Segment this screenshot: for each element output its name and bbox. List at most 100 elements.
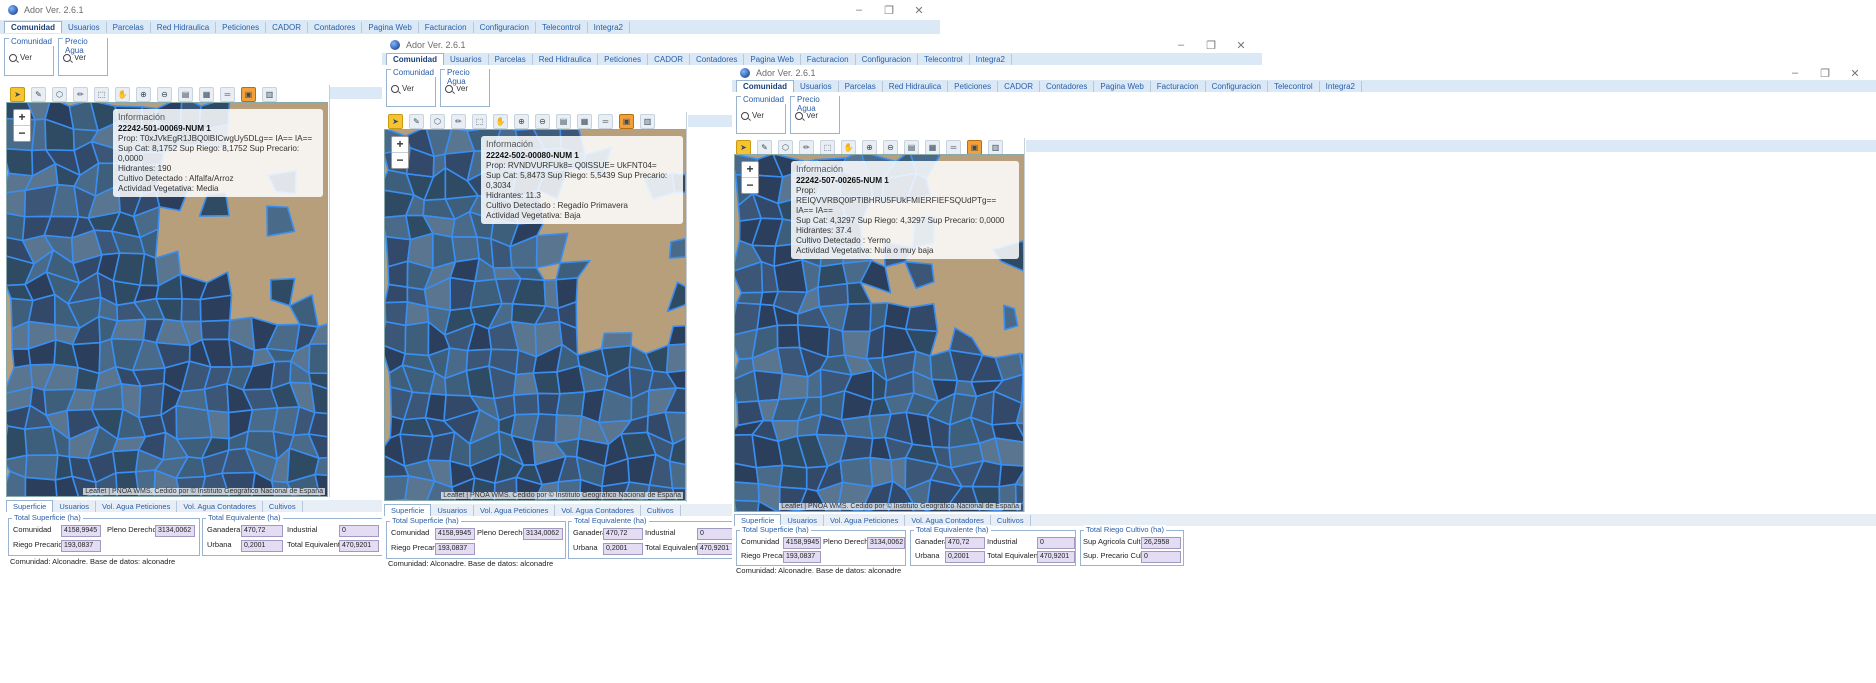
ver-comunidad-button[interactable]: Ver [9,53,49,62]
grid-icon[interactable]: ▦ [925,139,940,155]
menu-contadores[interactable]: Contadores [308,21,363,33]
ruler-icon[interactable]: ═ [598,113,613,129]
tab-superficie[interactable]: Superficie [384,504,432,516]
ruler-icon[interactable]: ═ [220,86,235,102]
map-layers-dropdown-icon[interactable]: ▥ [640,113,655,129]
industrial-value[interactable]: 0 [339,525,379,537]
industrial-value[interactable]: 0 [697,528,735,540]
edit-icon[interactable]: ✏ [799,139,814,155]
zoom-in-button[interactable]: + [392,137,408,152]
highlight-icon[interactable]: ▣ [619,113,634,129]
menu-parcelas[interactable]: Parcelas [107,21,151,33]
zoom-in-button[interactable]: + [742,162,758,177]
hand-pan-icon[interactable]: ✋ [493,113,508,129]
pointer-tool-icon[interactable]: ➤ [388,113,403,129]
minimize-icon[interactable]: – [1780,67,1810,79]
menu-integra2[interactable]: Integra2 [588,21,630,33]
tab-cultivos[interactable]: Cultivos [641,504,681,516]
highlight-icon[interactable]: ▣ [967,139,982,155]
ver-comunidad-button[interactable]: Ver [391,84,431,93]
sup-precario-cultivo-value[interactable]: 0 [1141,551,1181,563]
menu-configuracion[interactable]: Configuracion [474,21,536,33]
ganadera-value[interactable]: 470,72 [241,525,283,537]
tab-usuarios[interactable]: Usuarios [53,500,96,512]
map-view[interactable]: + − Información 22242-502-00080-NUM 1 Pr… [384,129,686,501]
pointer-tool-icon[interactable]: ➤ [10,86,25,102]
menu-pagina-web[interactable]: Pagina Web [1094,80,1151,92]
splitter[interactable] [1024,138,1025,512]
edit-icon[interactable]: ✏ [73,86,88,102]
menu-peticiones[interactable]: Peticiones [948,80,999,92]
map-view[interactable]: + − Información 22242-501-00069-NUM 1 Pr… [6,102,328,497]
menu-comunidad[interactable]: Comunidad [4,21,62,33]
menu-usuarios[interactable]: Usuarios [62,21,107,33]
menu-contadores[interactable]: Contadores [690,53,745,65]
tab-vol-agua-peticiones[interactable]: Vol. Agua Peticiones [96,500,178,512]
pointer-tool-icon[interactable]: ➤ [736,139,751,155]
menu-red-hidraulica[interactable]: Red Hidraulica [883,80,949,92]
select-area-icon[interactable]: ⬚ [94,86,109,102]
menu-parcelas[interactable]: Parcelas [489,53,533,65]
menu-telecontrol[interactable]: Telecontrol [1268,80,1320,92]
riego-precario-value[interactable]: 193,0837 [61,540,101,552]
minimize-icon[interactable]: – [1166,39,1196,51]
total-equivalente-value[interactable]: 470,9201 [697,543,735,555]
highlight-icon[interactable]: ▣ [241,86,256,102]
draw-line-icon[interactable]: ✎ [31,86,46,102]
riego-precario-value[interactable]: 193,0837 [783,551,821,563]
maximize-icon[interactable]: ❐ [1810,67,1840,80]
menu-cador[interactable]: CADOR [266,21,308,33]
grid-icon[interactable]: ▦ [199,86,214,102]
total-equivalente-value[interactable]: 470,9201 [1037,551,1075,563]
menu-facturacion[interactable]: Facturacion [801,53,856,65]
close-icon[interactable]: ✕ [1840,67,1870,80]
total-equivalente-value[interactable]: 470,9201 [339,540,379,552]
select-area-icon[interactable]: ⬚ [820,139,835,155]
maximize-icon[interactable]: ❐ [1196,39,1226,52]
zoom-out-button[interactable]: − [14,125,30,141]
menu-peticiones[interactable]: Peticiones [216,21,267,33]
map-layers-dropdown-icon[interactable]: ▥ [262,86,277,102]
close-icon[interactable]: ✕ [1226,39,1256,52]
splitter[interactable] [329,85,330,497]
pleno-derecho-value[interactable]: 3134,0062 [867,537,905,549]
zoom-out-button[interactable]: − [392,152,408,168]
zoom-in-icon[interactable]: ⊕ [862,139,877,155]
pleno-derecho-value[interactable]: 3134,0062 [155,525,195,537]
tab-vol-agua-contadores[interactable]: Vol. Agua Contadores [905,514,991,526]
zoom-out-icon[interactable]: ⊖ [883,139,898,155]
tab-usuarios[interactable]: Usuarios [431,504,474,516]
tab-vol-agua-contadores[interactable]: Vol. Agua Contadores [177,500,263,512]
menu-usuarios[interactable]: Usuarios [444,53,489,65]
menu-comunidad[interactable]: Comunidad [736,80,794,92]
minimize-icon[interactable]: – [844,4,874,16]
zoom-out-button[interactable]: − [742,177,758,193]
riego-precario-value[interactable]: 193,0837 [435,543,475,555]
zoom-out-icon[interactable]: ⊖ [535,113,550,129]
layer-icon[interactable]: ▤ [904,139,919,155]
comunidad-value[interactable]: 4158,9945 [61,525,101,537]
comunidad-value[interactable]: 4158,9945 [435,528,475,540]
tab-cultivos[interactable]: Cultivos [263,500,303,512]
tab-superficie[interactable]: Superficie [6,500,54,512]
zoom-out-icon[interactable]: ⊖ [157,86,172,102]
menu-pagina-web[interactable]: Pagina Web [744,53,801,65]
draw-line-icon[interactable]: ✎ [757,139,772,155]
ruler-icon[interactable]: ═ [946,139,961,155]
zoom-in-icon[interactable]: ⊕ [514,113,529,129]
map-layers-dropdown-icon[interactable]: ▥ [988,139,1003,155]
layer-icon[interactable]: ▤ [178,86,193,102]
pleno-derecho-value[interactable]: 3134,0062 [523,528,563,540]
select-area-icon[interactable]: ⬚ [472,113,487,129]
urbana-value[interactable]: 0,2001 [241,540,283,552]
tab-vol-agua-peticiones[interactable]: Vol. Agua Peticiones [474,504,556,516]
urbana-value[interactable]: 0,2001 [945,551,985,563]
zoom-in-button[interactable]: + [14,110,30,125]
menu-configuracion[interactable]: Configuracion [1206,80,1268,92]
menu-red-hidraulica[interactable]: Red Hidraulica [533,53,599,65]
draw-line-icon[interactable]: ✎ [409,113,424,129]
menu-comunidad[interactable]: Comunidad [386,53,444,65]
zoom-in-icon[interactable]: ⊕ [136,86,151,102]
urbana-value[interactable]: 0,2001 [603,543,643,555]
polygon-icon[interactable]: ⬡ [52,86,67,102]
